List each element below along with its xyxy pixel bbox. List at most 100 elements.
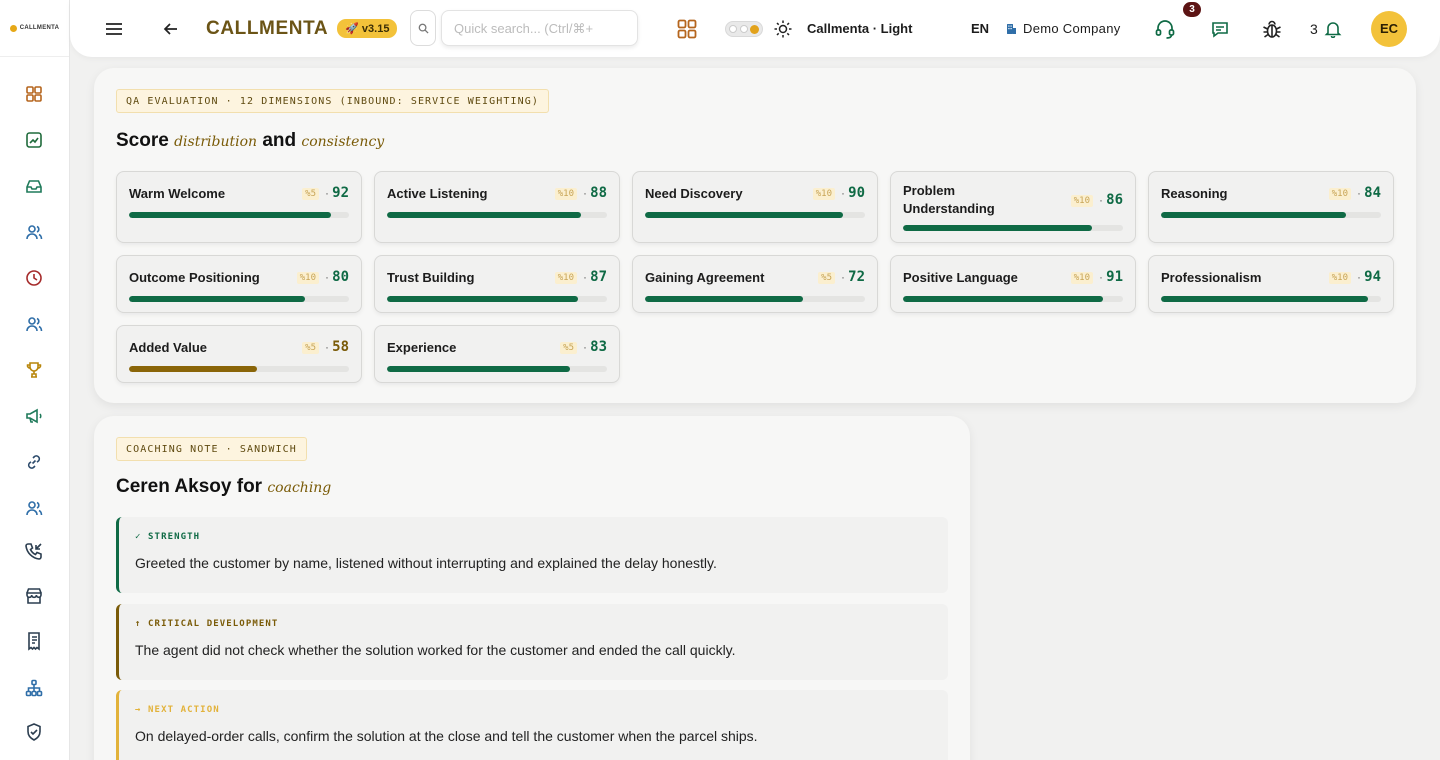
sidebar-item-customers[interactable]	[23, 497, 45, 519]
sitemap-icon	[25, 679, 43, 697]
link-icon	[27, 455, 41, 469]
bell-icon	[1324, 21, 1342, 38]
dimension-weight: %5	[818, 272, 835, 284]
sidebar-item-integrations[interactable]	[23, 451, 45, 473]
dimension-name: Warm Welcome	[129, 186, 226, 201]
company-selector[interactable]: Demo Company	[1005, 0, 1121, 57]
qa-title-and: and	[262, 130, 297, 151]
support-button[interactable]	[1154, 0, 1176, 57]
sidebar-item-inbox[interactable]	[23, 175, 45, 197]
score-bar-fill	[387, 212, 581, 218]
note-tag: ✓ STRENGTH	[135, 532, 201, 542]
score-bar	[903, 225, 1123, 231]
language-button[interactable]: EN	[971, 0, 989, 57]
separator-dot: ·	[325, 186, 329, 200]
score-bar-fill	[129, 296, 305, 302]
user-menu[interactable]: EC	[1371, 0, 1407, 57]
sidebar-item-history[interactable]	[23, 267, 45, 289]
dimension-weight: %5	[560, 342, 577, 354]
dimension-score: 88	[590, 185, 607, 201]
score-bar	[387, 296, 607, 302]
chart-square-icon	[26, 132, 42, 148]
sidebar-item-calls[interactable]	[23, 540, 45, 562]
theme-toggle[interactable]	[725, 0, 763, 57]
score-bar-fill	[129, 366, 257, 372]
building-icon	[1007, 23, 1016, 34]
dimension-tile[interactable]: Added Value 58 · %5	[116, 325, 362, 383]
dimension-tile[interactable]: Problem Understanding 86 · %10	[890, 171, 1136, 243]
coaching-title-accent: coaching	[267, 480, 332, 496]
arrow-left-icon	[163, 22, 177, 35]
dimension-tile[interactable]: Need Discovery 90 · %10	[632, 171, 878, 243]
score-bar	[1161, 212, 1381, 218]
sidebar-item-documents[interactable]	[23, 630, 45, 652]
dimension-tile[interactable]: Reasoning 84 · %10	[1148, 171, 1394, 243]
dimension-tile[interactable]: Active Listening 88 · %10	[374, 171, 620, 243]
incoming-call-icon	[25, 543, 42, 560]
dimension-tile[interactable]: Experience 83 · %5	[374, 325, 620, 383]
score-bar	[387, 366, 607, 372]
note-next-action: → NEXT ACTION On delayed-order calls, co…	[116, 690, 948, 760]
separator-dot: ·	[325, 270, 329, 284]
theme-button[interactable]	[773, 0, 793, 57]
dimension-score: 91	[1106, 269, 1123, 285]
avatar: EC	[1371, 10, 1407, 47]
dimension-tile[interactable]: Warm Welcome 92 · %5	[116, 171, 362, 243]
dimension-tile[interactable]: Outcome Positioning 80 · %10	[116, 255, 362, 313]
sidebar-item-dashboard[interactable]	[23, 83, 45, 105]
dimension-score: 84	[1364, 185, 1381, 201]
sidebar-item-reports[interactable]	[23, 129, 45, 151]
dimension-name: Gaining Agreement	[645, 270, 765, 285]
bug-report-button[interactable]	[1261, 0, 1283, 57]
separator-dot: ·	[583, 340, 587, 354]
chat-icon	[1212, 21, 1228, 38]
coaching-eyebrow: COACHING NOTE · SANDWICH	[116, 437, 307, 461]
sidebar-logo[interactable]: CALLMENTA	[0, 0, 69, 57]
search-input[interactable]	[441, 10, 638, 46]
search-button[interactable]	[410, 10, 436, 46]
sidebar-item-agents[interactable]	[23, 313, 45, 335]
score-bar-fill	[903, 225, 1093, 231]
separator-dot: ·	[583, 186, 587, 200]
megaphone-icon	[26, 408, 42, 424]
dimension-weight: %10	[1070, 195, 1093, 207]
toggle-active-dot	[750, 24, 759, 34]
separator-dot: ·	[325, 340, 329, 354]
toggle-dot	[729, 24, 737, 33]
toggle-switch	[725, 20, 763, 37]
messages-button[interactable]	[1210, 0, 1230, 57]
sidebar-item-security[interactable]	[23, 721, 45, 743]
sidebar-item-store[interactable]	[23, 585, 45, 607]
dimension-name: Need Discovery	[645, 186, 743, 201]
score-bar	[129, 296, 349, 302]
dimension-name: Trust Building	[387, 270, 475, 285]
clock-icon	[26, 270, 42, 286]
dimension-tile[interactable]: Positive Language 91 · %10	[890, 255, 1136, 313]
trophy-icon	[26, 362, 42, 378]
sidebar-item-leaderboard[interactable]	[23, 359, 45, 381]
shield-icon	[27, 723, 41, 741]
notifications-button[interactable]: 3	[1310, 0, 1342, 57]
score-bar	[1161, 296, 1381, 302]
version-badge: 🚀 v3.15	[337, 19, 398, 38]
dimension-score: 87	[590, 269, 607, 285]
menu-button[interactable]	[104, 0, 124, 57]
qa-title-prefix: Score	[116, 130, 169, 151]
dimension-name: Active Listening	[387, 186, 488, 201]
note-tag: → NEXT ACTION	[135, 705, 220, 715]
dimension-tile[interactable]: Professionalism 94 · %10	[1148, 255, 1394, 313]
sidebar-item-org-chart[interactable]	[23, 677, 45, 699]
dimension-name: Outcome Positioning	[129, 270, 260, 285]
dimension-tile[interactable]: Gaining Agreement 72 · %5	[632, 255, 878, 313]
dimension-score: 83	[590, 339, 607, 355]
sidebar-item-campaigns[interactable]	[23, 405, 45, 427]
apps-button[interactable]	[676, 0, 698, 57]
separator-dot: ·	[1357, 186, 1361, 200]
dimension-weight: %10	[1328, 272, 1351, 284]
coaching-title: Ceren Aksoy for coaching	[116, 476, 331, 498]
back-button[interactable]	[162, 0, 180, 57]
separator-dot: ·	[841, 270, 845, 284]
dimension-tile[interactable]: Trust Building 87 · %10	[374, 255, 620, 313]
grid-icon	[26, 86, 42, 102]
sidebar-item-team[interactable]	[23, 221, 45, 243]
